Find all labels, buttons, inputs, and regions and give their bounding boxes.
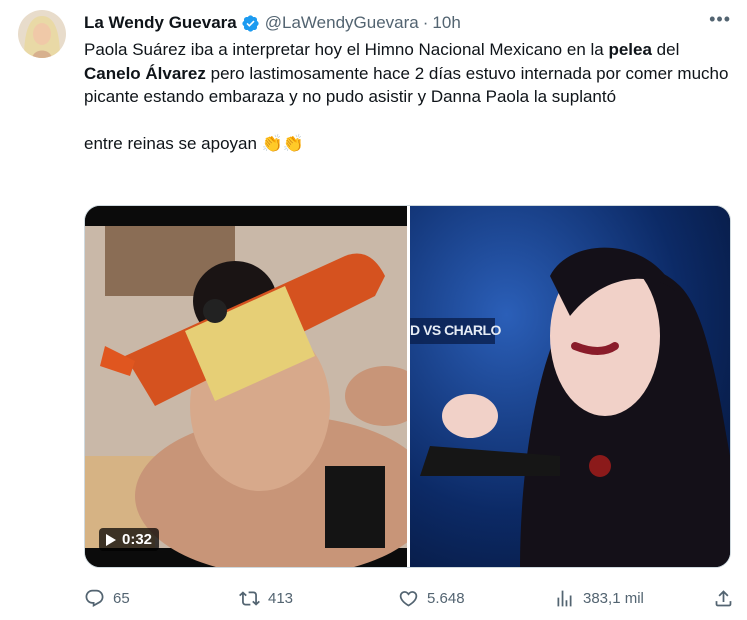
- video-duration-badge: 0:32: [99, 528, 160, 551]
- repost-icon: [239, 590, 260, 606]
- avatar[interactable]: [18, 10, 66, 58]
- bold-text: pelea: [608, 40, 652, 59]
- photo-thumbnail[interactable]: D VS CHARLO: [410, 206, 730, 567]
- verified-badge-icon: [241, 14, 260, 33]
- views-button[interactable]: 383,1 mil: [554, 588, 644, 609]
- tweet-paragraph: Paola Suárez iba a interpretar hoy el Hi…: [84, 38, 734, 109]
- media-container[interactable]: 0:32 D VS CHARLO: [84, 205, 731, 568]
- tweet-header: La Wendy Guevara @LaWendyGuevara · 10h •…: [84, 9, 731, 35]
- author-handle[interactable]: @LaWendyGuevara: [265, 13, 419, 33]
- share-button[interactable]: [713, 588, 734, 609]
- more-options-button[interactable]: •••: [709, 9, 731, 30]
- like-count: 5.648: [427, 589, 465, 607]
- views-count: 383,1 mil: [583, 589, 644, 607]
- repost-button[interactable]: 413: [239, 588, 293, 609]
- text-segment: entre reinas se apoyan: [84, 133, 262, 153]
- text-segment: Paola Suárez iba a interpretar hoy el Hi…: [84, 40, 609, 59]
- tweet-paragraph: entre reinas se apoyan 👏👏: [84, 132, 734, 156]
- play-icon: [106, 533, 116, 546]
- views-icon: [557, 590, 572, 606]
- text-segment: del: [651, 40, 680, 59]
- like-button[interactable]: 5.648: [398, 588, 465, 609]
- reply-button[interactable]: 65: [84, 588, 130, 609]
- banner-text: D VS CHARLO: [410, 322, 501, 338]
- heart-icon: [399, 590, 418, 607]
- repost-count: 413: [268, 589, 294, 607]
- reply-count: 65: [113, 589, 130, 607]
- share-icon: [715, 589, 732, 606]
- display-name[interactable]: La Wendy Guevara: [84, 13, 237, 33]
- tweet-time[interactable]: 10h: [432, 13, 460, 33]
- reply-icon: [85, 589, 104, 607]
- video-duration: 0:32: [122, 531, 153, 548]
- bold-text: Canelo Álvarez: [84, 63, 206, 83]
- clapping-hands-emoji: 👏👏: [261, 133, 305, 153]
- tweet-text: Paola Suárez iba a interpretar hoy el Hi…: [84, 38, 734, 155]
- video-thumbnail[interactable]: 0:32: [85, 206, 407, 567]
- action-bar: 65 413 5.648 383,1 mil: [84, 585, 734, 611]
- separator-dot: ·: [422, 13, 429, 32]
